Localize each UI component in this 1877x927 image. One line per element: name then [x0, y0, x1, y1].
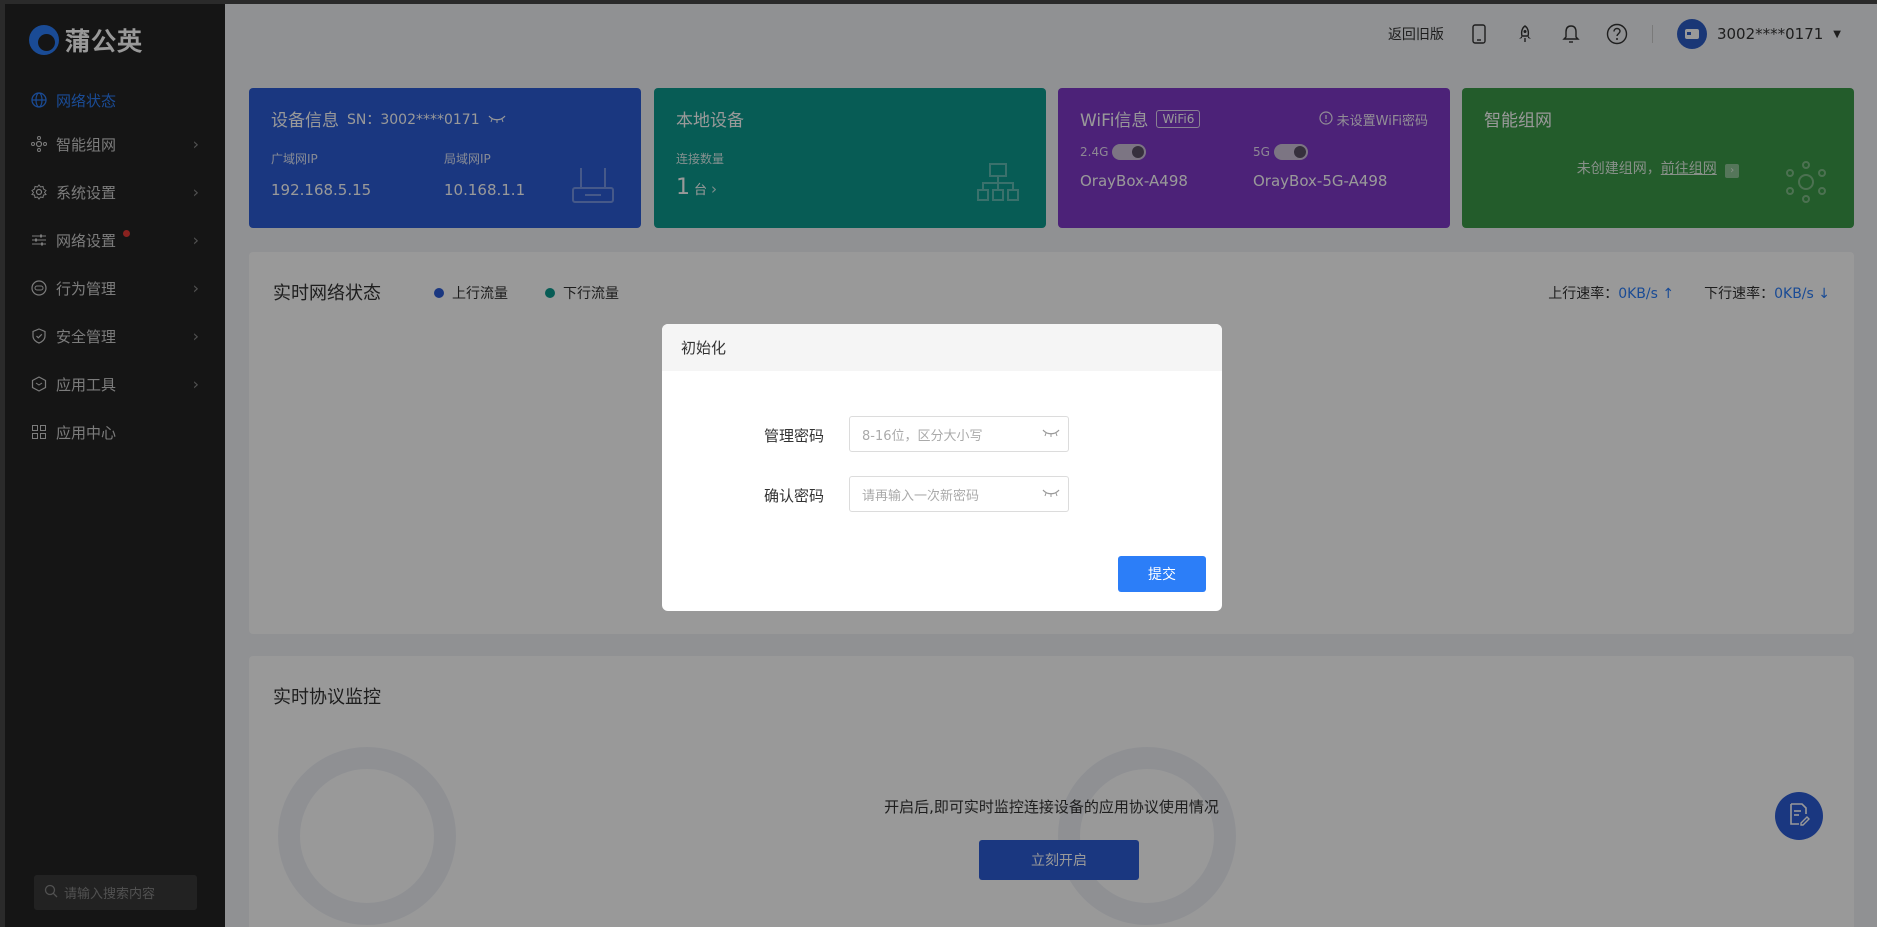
- eye-closed-icon[interactable]: [1042, 426, 1060, 442]
- confirm-password-input[interactable]: 请再输入一次新密码: [849, 476, 1069, 512]
- dialog-title: 初始化: [662, 324, 1222, 371]
- field-label: 管理密码: [763, 427, 824, 445]
- eye-closed-icon[interactable]: [1042, 486, 1060, 502]
- init-dialog: 初始化 管理密码 8-16位，区分大小写 确认密码 请再输入一次新密码 提交: [662, 324, 1222, 611]
- confirm-password-row: 确认密码 请再输入一次新密码: [662, 476, 1222, 512]
- admin-password-input[interactable]: 8-16位，区分大小写: [849, 416, 1069, 452]
- field-label: 确认密码: [763, 487, 824, 505]
- submit-button[interactable]: 提交: [1118, 556, 1206, 592]
- admin-password-row: 管理密码 8-16位，区分大小写: [662, 416, 1222, 452]
- app-window: 蒲公英 网络状态 智能组网 › 系统设置 › 网络设置 › 行为管理 › 安全管…: [5, 4, 1877, 927]
